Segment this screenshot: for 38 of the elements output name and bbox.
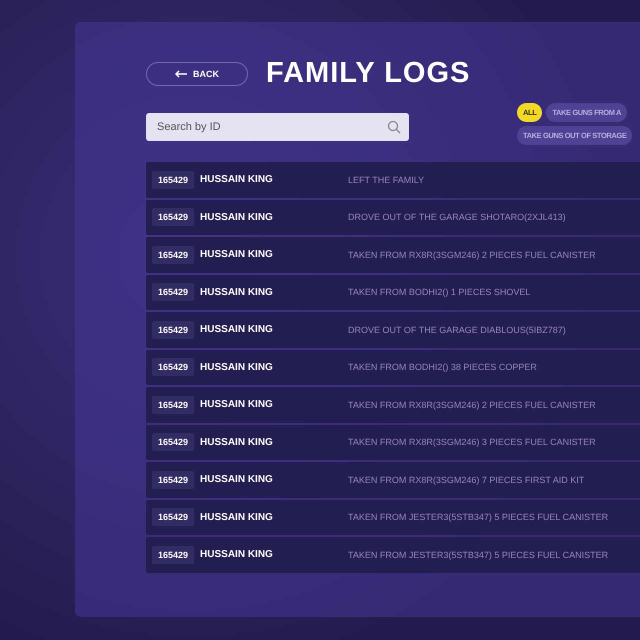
- log-action: TAKEN FROM RX8R(3SGM246) 2 PIECES FUEL CANISTER: [348, 400, 596, 410]
- log-action: LEFT THE FAMILY: [348, 174, 424, 185]
- player-id: 165429: [152, 208, 194, 226]
- player-id: 165429: [152, 283, 194, 302]
- player-name: HUSSAIN KING: [200, 324, 274, 336]
- player-name: HUSSAIN KING: [200, 474, 274, 486]
- player-id: 165429: [152, 546, 194, 564]
- log-action: TAKEN FROM JESTER3(5STB347) 5 PIECES FUEL CANISTER: [348, 550, 608, 560]
- player-id: 165429: [152, 470, 194, 489]
- log-action: TAKEN FROM BODHI2() 38 PIECES COPPER: [348, 362, 537, 372]
- player-id: 165429: [152, 508, 194, 526]
- search-field[interactable]: Search by ID: [146, 113, 409, 141]
- player-name: HUSSAIN KING: [200, 399, 274, 410]
- player-name: HUSSAIN KING: [200, 436, 274, 448]
- player-name: HUSSAIN KING: [200, 212, 274, 223]
- player-name: HUSSAIN KING: [200, 249, 274, 260]
- player-name: HUSSAIN KING: [200, 286, 274, 298]
- player-name: HUSSAIN KING: [200, 512, 274, 523]
- log-action: TAKEN FROM RX8R(3SGM246) 2 PIECES FUEL CANISTER: [348, 250, 596, 260]
- log-action: TAKEN FROM BODHI2() 1 PIECES SHOVEL: [348, 287, 530, 298]
- player-id: 165429: [152, 358, 194, 376]
- player-id: 165429: [152, 433, 194, 452]
- player-id: 165429: [152, 396, 194, 414]
- page-title: FAMILY LOGS: [266, 57, 470, 90]
- log-action: TAKEN FROM RX8R(3SGM246) 3 PIECES FUEL CANISTER: [348, 437, 596, 448]
- arrow-left-icon: [175, 70, 187, 78]
- player-name: HUSSAIN KING: [200, 362, 274, 373]
- search-icon: [387, 120, 401, 134]
- player-name: HUSSAIN KING: [200, 549, 274, 560]
- log-action: DROVE OUT OF THE GARAGE DIABLOUS(5IBZ787): [348, 324, 566, 335]
- log-action: TAKEN FROM RX8R(3SGM246) 7 PIECES FIRST AID KIT: [348, 474, 584, 485]
- log-action: DROVE OUT OF THE GARAGE SHOTARO(2XJL413): [348, 212, 566, 222]
- player-id: 165429: [152, 170, 194, 189]
- player-id: 165429: [152, 320, 194, 339]
- back-button[interactable]: BACK: [146, 62, 248, 86]
- player-name: HUSSAIN KING: [200, 174, 274, 186]
- player-id: 165429: [152, 246, 194, 264]
- log-action: TAKEN FROM JESTER3(5STB347) 5 PIECES FUEL CANISTER: [348, 512, 608, 522]
